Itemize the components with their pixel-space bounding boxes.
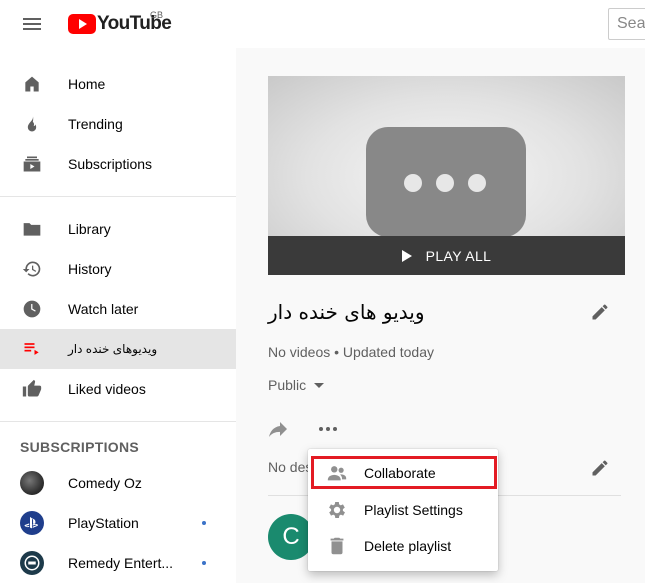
subscriptions-section-title: SUBSCRIPTIONS: [20, 439, 140, 455]
playlist-icon: [22, 339, 42, 359]
play-all-button[interactable]: PLAY ALL: [268, 236, 625, 275]
sidebar-item-label: Remedy Entert...: [68, 555, 174, 571]
menu-item-delete-playlist[interactable]: Delete playlist: [308, 528, 498, 564]
sidebar-item-label: Home: [68, 76, 106, 92]
clock-icon: [22, 299, 42, 319]
empty-playlist-placeholder: [366, 127, 526, 237]
sidebar-item-label: Comedy Oz: [68, 475, 142, 491]
edit-title-pencil-icon[interactable]: [588, 300, 612, 324]
playlist-thumbnail[interactable]: PLAY ALL: [268, 76, 625, 275]
play-icon: [401, 249, 412, 262]
sidebar-channel-remedy[interactable]: Remedy Entert...: [0, 543, 236, 583]
play-all-label: PLAY ALL: [425, 247, 492, 264]
remedy-logo-icon: [20, 551, 44, 575]
privacy-value: Public: [268, 377, 307, 393]
sidebar-item-trending[interactable]: Trending: [0, 104, 236, 144]
sidebar: Home Trending Subscriptions Library Hist…: [0, 48, 236, 583]
gear-icon: [326, 499, 348, 521]
privacy-dropdown[interactable]: Public: [268, 377, 325, 393]
search-input[interactable]: Search: [608, 8, 645, 40]
menu-item-label: Playlist Settings: [364, 502, 463, 518]
new-content-dot: [202, 561, 206, 565]
collaborate-highlight-box: [311, 456, 497, 489]
top-bar: YouTube GB Search: [0, 0, 645, 48]
playlist-description: No description: [268, 459, 308, 475]
hamburger-menu-icon[interactable]: [20, 12, 44, 36]
sidebar-item-label: Trending: [68, 116, 123, 132]
sidebar-channel-playstation[interactable]: PlayStation: [0, 503, 236, 543]
sidebar-item-playlist[interactable]: ویدیوهای خنده دار: [0, 329, 236, 369]
playlist-stats: No videos • Updated today: [268, 344, 435, 360]
folder-icon: [22, 219, 42, 239]
sidebar-item-label: Watch later: [68, 301, 139, 317]
share-icon[interactable]: [266, 417, 290, 441]
home-icon: [22, 74, 42, 94]
thumbs-up-icon: [22, 379, 42, 399]
sidebar-item-home[interactable]: Home: [0, 64, 236, 104]
edit-description-pencil-icon[interactable]: [588, 456, 612, 480]
youtube-play-logo-icon: [68, 14, 96, 34]
sidebar-item-watch-later[interactable]: Watch later: [0, 289, 236, 329]
subscriptions-icon: [22, 154, 42, 174]
menu-item-label: Delete playlist: [364, 538, 452, 554]
menu-item-playlist-settings[interactable]: Playlist Settings: [308, 492, 498, 528]
sidebar-item-label: Library: [68, 221, 111, 237]
channel-avatar: [20, 471, 44, 495]
sidebar-item-label: Subscriptions: [68, 156, 153, 172]
sidebar-item-history[interactable]: History: [0, 249, 236, 289]
sidebar-item-liked-videos[interactable]: Liked videos: [0, 369, 236, 409]
sidebar-divider: [0, 196, 236, 197]
sidebar-item-library[interactable]: Library: [0, 209, 236, 249]
more-options-icon[interactable]: [316, 417, 340, 441]
sidebar-item-subscriptions[interactable]: Subscriptions: [0, 144, 236, 184]
sidebar-divider: [0, 421, 236, 422]
sidebar-item-label: ویدیوهای خنده دار: [68, 342, 158, 356]
country-code: GB: [150, 10, 164, 20]
caret-down-icon: [314, 382, 325, 388]
history-icon: [22, 259, 42, 279]
trending-icon: [22, 114, 42, 134]
trash-icon: [326, 535, 348, 557]
playstation-logo-icon: [20, 511, 44, 535]
sidebar-channel-comedy-oz[interactable]: Comedy Oz: [0, 463, 236, 503]
sidebar-item-label: PlayStation: [68, 515, 139, 531]
playlist-title: ویدیو های خنده دار: [268, 300, 425, 324]
new-content-dot: [202, 521, 206, 525]
sidebar-item-label: Liked videos: [68, 381, 146, 397]
sidebar-item-label: History: [68, 261, 112, 277]
